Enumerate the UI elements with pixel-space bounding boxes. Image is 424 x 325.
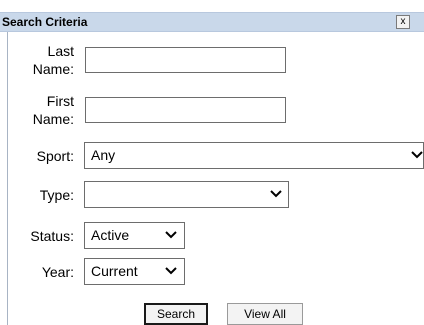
- search-button[interactable]: Search: [144, 303, 208, 325]
- type-select[interactable]: [84, 181, 289, 208]
- dialog-title: Search Criteria: [2, 15, 88, 29]
- close-icon: x: [400, 16, 406, 27]
- year-label: Year:: [41, 264, 74, 280]
- view-all-button[interactable]: View All: [227, 303, 303, 325]
- status-select[interactable]: Active: [84, 222, 185, 249]
- year-select-value: Current: [91, 263, 138, 279]
- sport-select-value: Any: [91, 147, 116, 163]
- status-select-value: Active: [91, 227, 130, 243]
- chevron-down-icon: [165, 267, 177, 275]
- first-name-label-line1: First: [46, 93, 74, 109]
- last-name-input[interactable]: [85, 47, 286, 73]
- status-label: Status:: [30, 228, 74, 244]
- year-select[interactable]: Current: [84, 258, 185, 285]
- sport-label: Sport:: [36, 148, 74, 164]
- last-name-label-line2: Name:: [32, 61, 74, 77]
- title-bar: Search Criteria x: [0, 12, 424, 32]
- search-criteria-panel: Search Criteria x Last Name: First Name:…: [0, 0, 424, 325]
- last-name-label: Last Name:: [0, 42, 74, 78]
- chevron-down-icon: [165, 231, 177, 239]
- close-button[interactable]: x: [396, 15, 410, 29]
- chevron-down-icon: [270, 190, 282, 198]
- first-name-label: First Name:: [0, 92, 74, 128]
- first-name-label-line2: Name:: [32, 111, 74, 127]
- sport-select[interactable]: Any: [84, 142, 424, 169]
- first-name-input[interactable]: [85, 97, 286, 123]
- chevron-down-icon: [411, 151, 423, 159]
- last-name-label-line1: Last: [47, 43, 74, 59]
- type-label: Type:: [39, 187, 74, 203]
